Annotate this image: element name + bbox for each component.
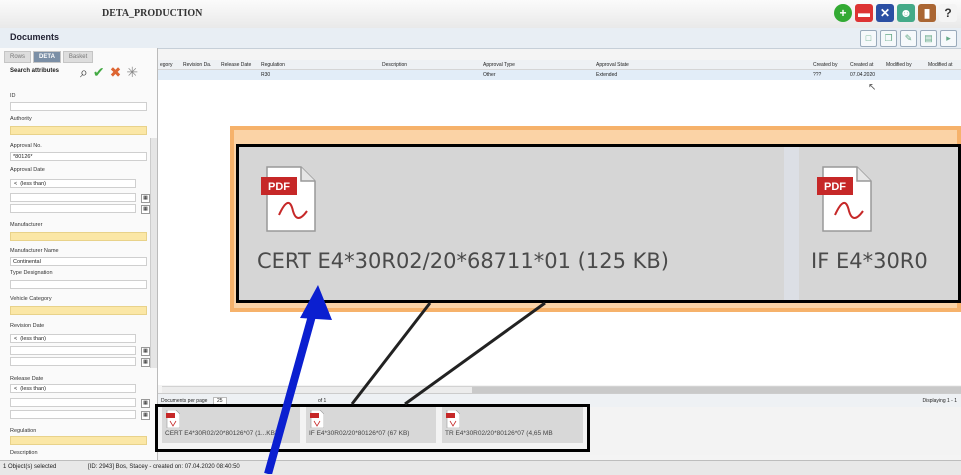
callout-connector-line <box>404 301 546 406</box>
annotation-arrow-shaft <box>264 303 319 474</box>
annotation-arrow-head <box>300 285 332 320</box>
annotation-overlay <box>264 285 546 474</box>
callout-connector-line <box>350 302 432 405</box>
